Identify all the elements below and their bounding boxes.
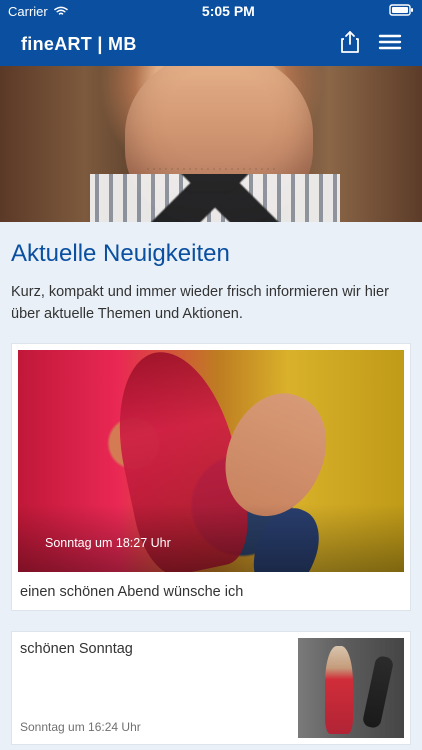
small-news-text: schönen Sonntag Sonntag um 16:24 Uhr — [18, 638, 298, 738]
news-image: Sonntag um 18:27 Uhr — [18, 349, 404, 572]
news-time: Sonntag um 18:27 Uhr — [45, 535, 171, 550]
small-news-time: Sonntag um 16:24 Uhr — [20, 719, 141, 734]
hero-beard-detail — [145, 166, 275, 222]
menu-icon — [378, 33, 402, 56]
small-news-card[interactable]: schönen Sonntag Sonntag um 16:24 Uhr — [11, 630, 411, 745]
status-right — [389, 3, 414, 19]
share-button[interactable] — [340, 30, 360, 59]
carrier-label: Carrier — [8, 3, 48, 19]
battery-icon — [389, 3, 414, 19]
share-icon — [340, 30, 360, 59]
section-title: Aktuelle Neuigkeiten — [11, 240, 230, 267]
app-title: fineART | MB — [21, 33, 137, 54]
navigation-actions — [340, 30, 402, 59]
news-caption: einen schönen Abend wünsche ich — [20, 583, 244, 600]
hero-mouth-detail — [180, 181, 238, 194]
hero-image — [0, 66, 422, 222]
main-content: Aktuelle Neuigkeiten Kurz, kompakt und i… — [0, 240, 422, 745]
top-navigation-bar: fineART | MB — [0, 22, 422, 66]
menu-button[interactable] — [378, 33, 402, 56]
wifi-icon — [53, 4, 68, 19]
app-screen: Carrier 5:05 PM fineART | MB Aktuelle Ne… — [0, 0, 422, 745]
status-left: Carrier — [8, 4, 68, 19]
status-bar: Carrier 5:05 PM — [0, 0, 422, 22]
small-news-thumbnail — [298, 637, 404, 738]
intro-text: Kurz, kompakt und immer wieder frisch in… — [11, 283, 389, 323]
status-time: 5:05 PM — [201, 3, 255, 19]
small-news-title: schönen Sonntag — [20, 640, 133, 657]
news-card[interactable]: Sonntag um 18:27 Uhr einen schönen Abend… — [11, 342, 411, 611]
